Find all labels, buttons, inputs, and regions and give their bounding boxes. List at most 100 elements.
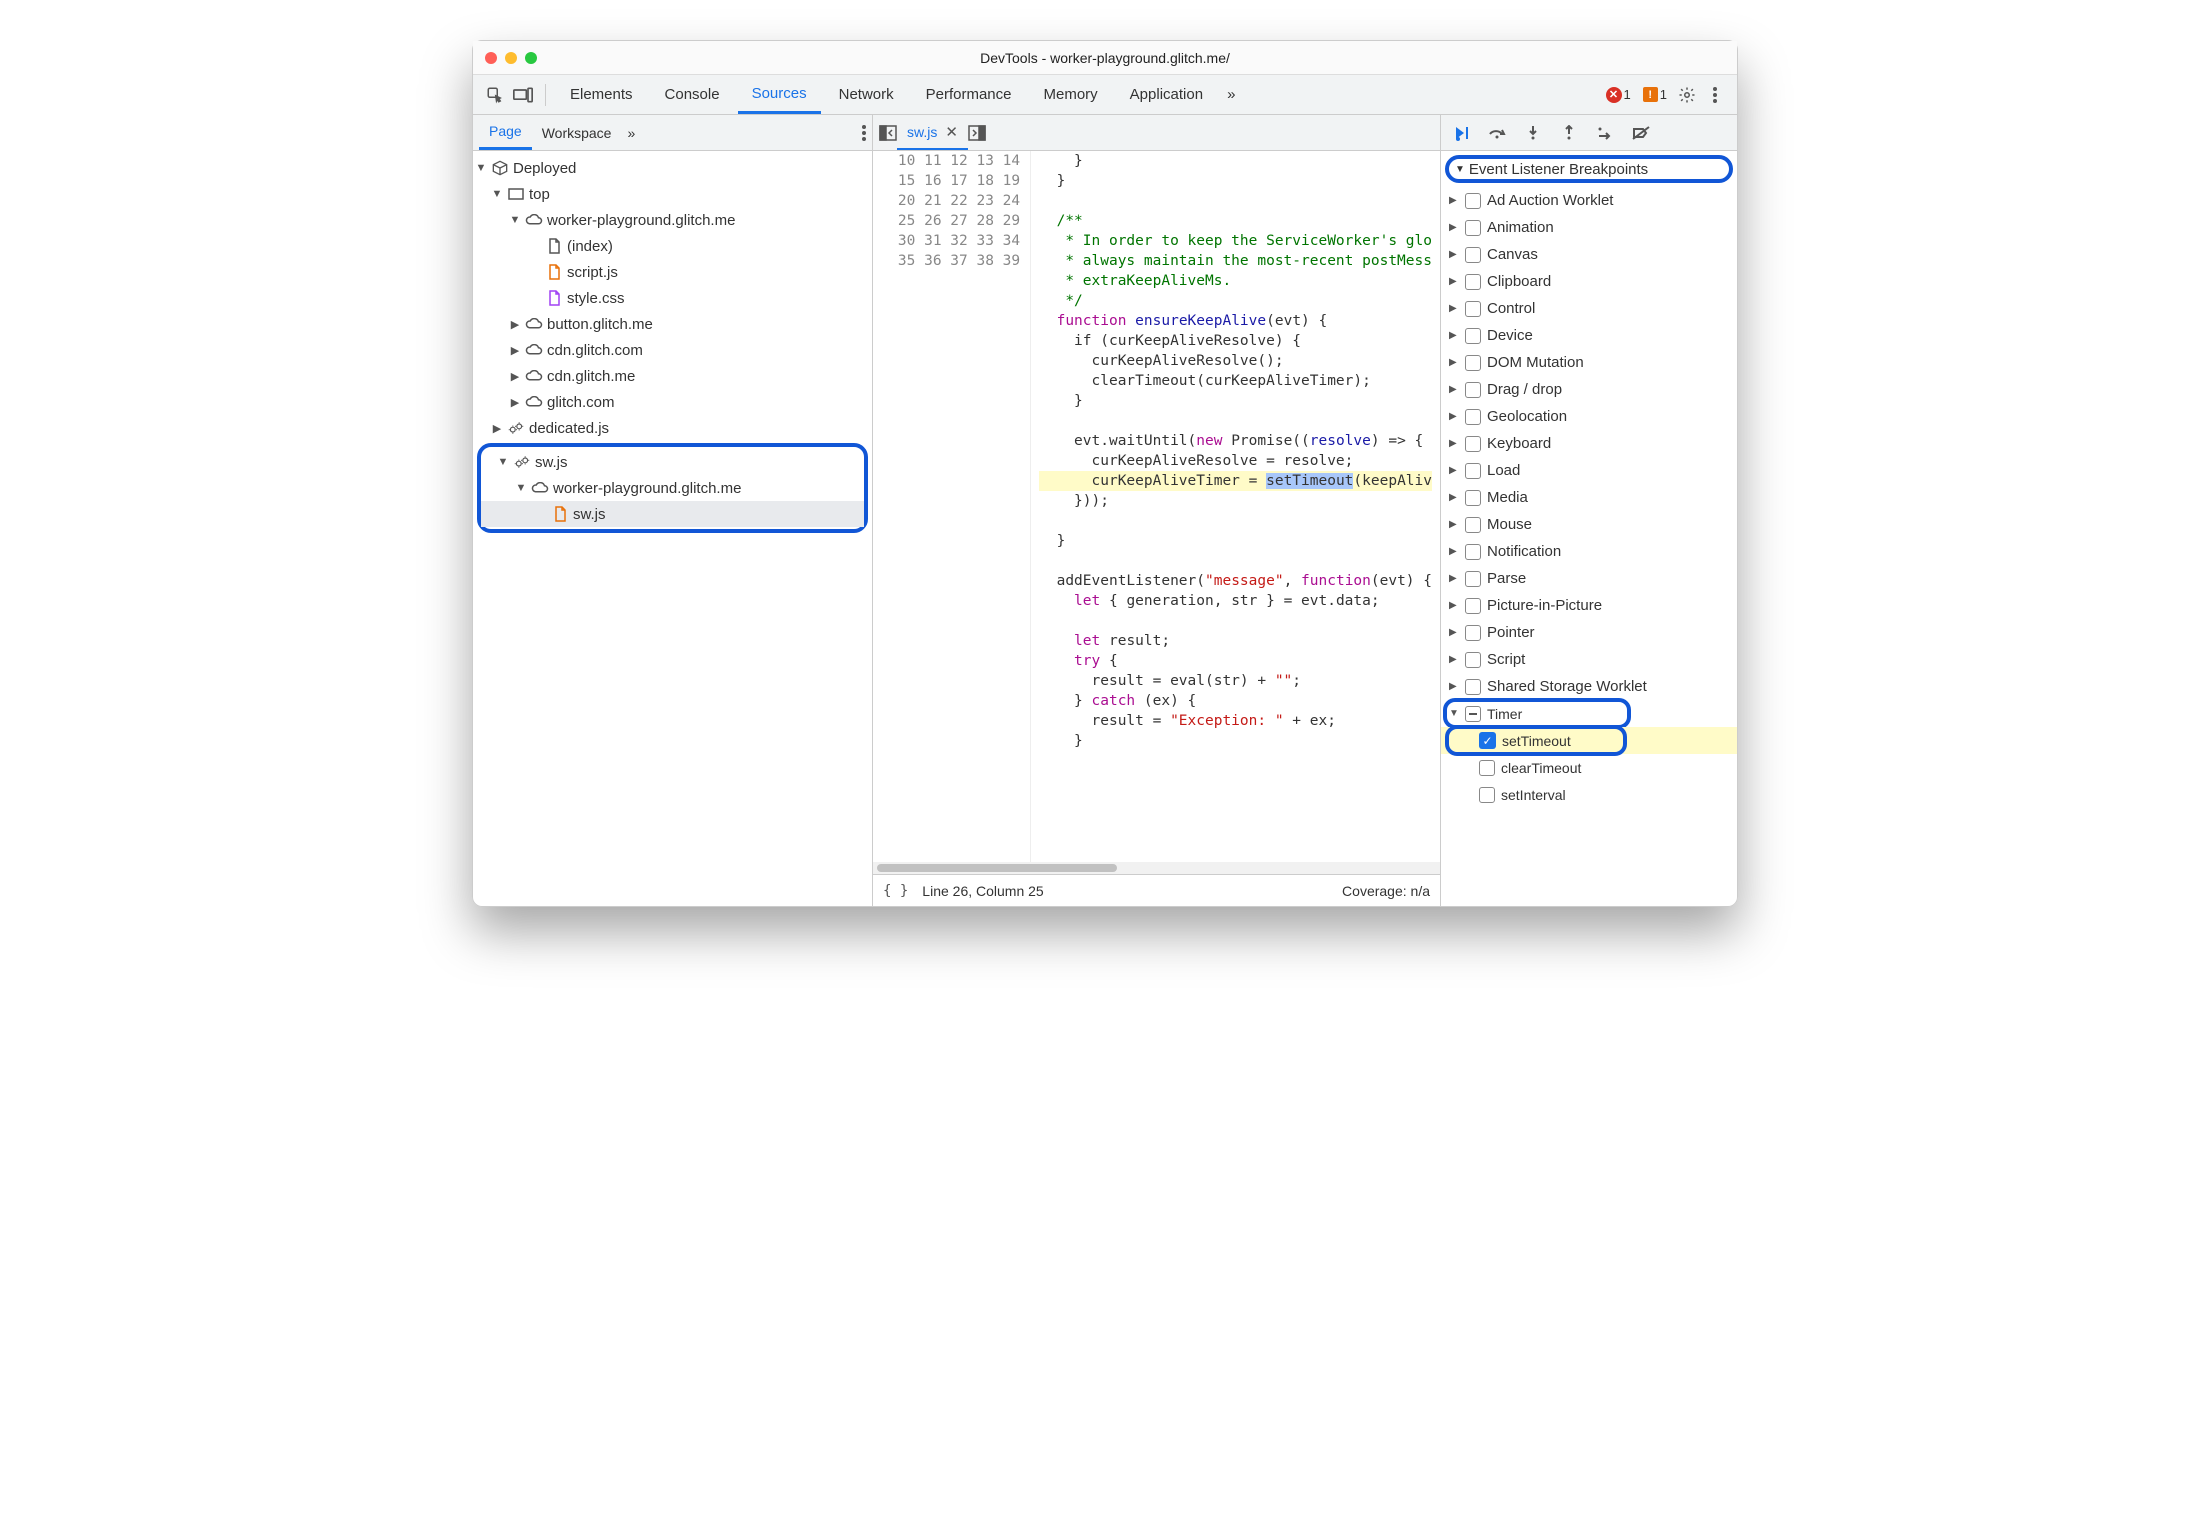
deactivate-breakpoints-icon[interactable] <box>1631 126 1651 140</box>
device-toggle-icon[interactable] <box>511 83 535 107</box>
category-canvas[interactable]: ▶Canvas <box>1441 241 1737 268</box>
checkbox-empty-icon[interactable] <box>1465 571 1481 587</box>
step-out-icon[interactable] <box>1559 125 1579 141</box>
category-mouse[interactable]: ▶Mouse <box>1441 511 1737 538</box>
cursor-position: Line 26, Column 25 <box>922 883 1043 899</box>
cloud-icon <box>525 318 543 330</box>
checkbox-mixed-icon[interactable] <box>1465 706 1481 722</box>
section-event-listener-breakpoints[interactable]: ▼ Event Listener Breakpoints <box>1445 155 1733 183</box>
tab-console[interactable]: Console <box>651 75 734 114</box>
breakpoint-settimeout[interactable]: ✓setTimeout <box>1441 727 1737 754</box>
checkbox-empty-icon[interactable] <box>1465 544 1481 560</box>
resume-icon[interactable] <box>1451 125 1471 141</box>
category-script[interactable]: ▶Script <box>1441 646 1737 673</box>
tree-scriptjs[interactable]: script.js <box>473 259 872 285</box>
category-shared-storage-worklet[interactable]: ▶Shared Storage Worklet <box>1441 673 1737 700</box>
checkbox-checked-icon[interactable]: ✓ <box>1479 732 1496 749</box>
navigator-tab-page[interactable]: Page <box>479 115 532 150</box>
kebab-menu-icon[interactable] <box>1703 83 1727 107</box>
checkbox-empty-icon[interactable] <box>1465 355 1481 371</box>
warning-badge[interactable]: !1 <box>1643 87 1667 102</box>
category-clipboard[interactable]: ▶Clipboard <box>1441 268 1737 295</box>
debugger-toolbar <box>1441 115 1737 151</box>
code-content[interactable]: } } /** * In order to keep the ServiceWo… <box>1031 151 1440 862</box>
step-over-icon[interactable] <box>1487 126 1507 140</box>
settings-icon[interactable] <box>1675 83 1699 107</box>
checkbox-empty-icon[interactable] <box>1465 463 1481 479</box>
checkbox-empty-icon[interactable] <box>1479 760 1495 776</box>
tree-deployed[interactable]: ▼Deployed <box>473 155 872 181</box>
tab-overflow[interactable]: » <box>1221 75 1241 114</box>
tree-glitchcom[interactable]: ▶glitch.com <box>473 389 872 415</box>
editor-scrollbar[interactable] <box>873 862 1440 874</box>
category-drag-drop[interactable]: ▶Drag / drop <box>1441 376 1737 403</box>
navigator-tab-workspace[interactable]: Workspace <box>532 115 622 150</box>
tree-stylecss[interactable]: style.css <box>473 285 872 311</box>
checkbox-empty-icon[interactable] <box>1465 220 1481 236</box>
code-editor[interactable]: 10 11 12 13 14 15 16 17 18 19 20 21 22 2… <box>873 151 1440 862</box>
tab-network[interactable]: Network <box>825 75 908 114</box>
checkbox-empty-icon[interactable] <box>1465 409 1481 425</box>
document-icon <box>545 238 563 254</box>
checkbox-empty-icon[interactable] <box>1479 787 1495 803</box>
category-load[interactable]: ▶Load <box>1441 457 1737 484</box>
category-control[interactable]: ▶Control <box>1441 295 1737 322</box>
tree-sw-file[interactable]: sw.js <box>481 501 864 527</box>
checkbox-empty-icon[interactable] <box>1465 193 1481 209</box>
tree-swjs-worker[interactable]: ▼sw.js <box>481 449 864 475</box>
category-animation[interactable]: ▶Animation <box>1441 214 1737 241</box>
tree-dedicated[interactable]: ▶dedicated.js <box>473 415 872 441</box>
checkbox-empty-icon[interactable] <box>1465 247 1481 263</box>
checkbox-empty-icon[interactable] <box>1465 301 1481 317</box>
tree-index[interactable]: (index) <box>473 233 872 259</box>
editor-statusbar: { } Line 26, Column 25 Coverage: n/a <box>873 874 1440 906</box>
toggle-debugger-icon[interactable] <box>968 125 986 141</box>
frame-icon <box>507 188 525 200</box>
tree-cdn1[interactable]: ▶cdn.glitch.com <box>473 337 872 363</box>
checkbox-empty-icon[interactable] <box>1465 598 1481 614</box>
checkbox-empty-icon[interactable] <box>1465 490 1481 506</box>
pretty-print-icon[interactable]: { } <box>883 883 908 899</box>
close-tab-icon[interactable]: ✕ <box>945 123 958 141</box>
breakpoint-cleartimeout[interactable]: clearTimeout <box>1441 754 1737 781</box>
category-picture-in-picture[interactable]: ▶Picture-in-Picture <box>1441 592 1737 619</box>
error-badge[interactable]: ✕1 <box>1606 87 1631 103</box>
tree-top[interactable]: ▼top <box>473 181 872 207</box>
tree-top-domain[interactable]: ▼worker-playground.glitch.me <box>473 207 872 233</box>
checkbox-empty-icon[interactable] <box>1465 517 1481 533</box>
editor-file-tab[interactable]: sw.js ✕ <box>897 115 968 150</box>
category-media[interactable]: ▶Media <box>1441 484 1737 511</box>
checkbox-empty-icon[interactable] <box>1465 328 1481 344</box>
line-gutter: 10 11 12 13 14 15 16 17 18 19 20 21 22 2… <box>873 151 1031 862</box>
category-notification[interactable]: ▶Notification <box>1441 538 1737 565</box>
category-pointer[interactable]: ▶Pointer <box>1441 619 1737 646</box>
checkbox-empty-icon[interactable] <box>1465 436 1481 452</box>
tab-elements[interactable]: Elements <box>556 75 647 114</box>
step-icon[interactable] <box>1595 126 1615 140</box>
tree-sw-domain[interactable]: ▼worker-playground.glitch.me <box>481 475 864 501</box>
tab-performance[interactable]: Performance <box>912 75 1026 114</box>
toggle-navigator-icon[interactable] <box>879 125 897 141</box>
checkbox-empty-icon[interactable] <box>1465 382 1481 398</box>
checkbox-empty-icon[interactable] <box>1465 274 1481 290</box>
category-keyboard[interactable]: ▶Keyboard <box>1441 430 1737 457</box>
inspect-element-icon[interactable] <box>483 83 507 107</box>
category-timer[interactable]: ▼Timer <box>1441 700 1737 727</box>
breakpoint-setinterval[interactable]: setInterval <box>1441 781 1737 808</box>
category-device[interactable]: ▶Device <box>1441 322 1737 349</box>
navigator-tab-overflow[interactable]: » <box>621 115 641 150</box>
navigator-menu-icon[interactable] <box>862 125 866 141</box>
tab-sources[interactable]: Sources <box>738 75 821 114</box>
tree-cdn2[interactable]: ▶cdn.glitch.me <box>473 363 872 389</box>
tree-button-domain[interactable]: ▶button.glitch.me <box>473 311 872 337</box>
category-parse[interactable]: ▶Parse <box>1441 565 1737 592</box>
tab-memory[interactable]: Memory <box>1030 75 1112 114</box>
step-into-icon[interactable] <box>1523 125 1543 141</box>
category-dom-mutation[interactable]: ▶DOM Mutation <box>1441 349 1737 376</box>
category-ad-auction-worklet[interactable]: ▶Ad Auction Worklet <box>1441 187 1737 214</box>
category-geolocation[interactable]: ▶Geolocation <box>1441 403 1737 430</box>
checkbox-empty-icon[interactable] <box>1465 625 1481 641</box>
tab-application[interactable]: Application <box>1116 75 1217 114</box>
checkbox-empty-icon[interactable] <box>1465 679 1481 695</box>
checkbox-empty-icon[interactable] <box>1465 652 1481 668</box>
